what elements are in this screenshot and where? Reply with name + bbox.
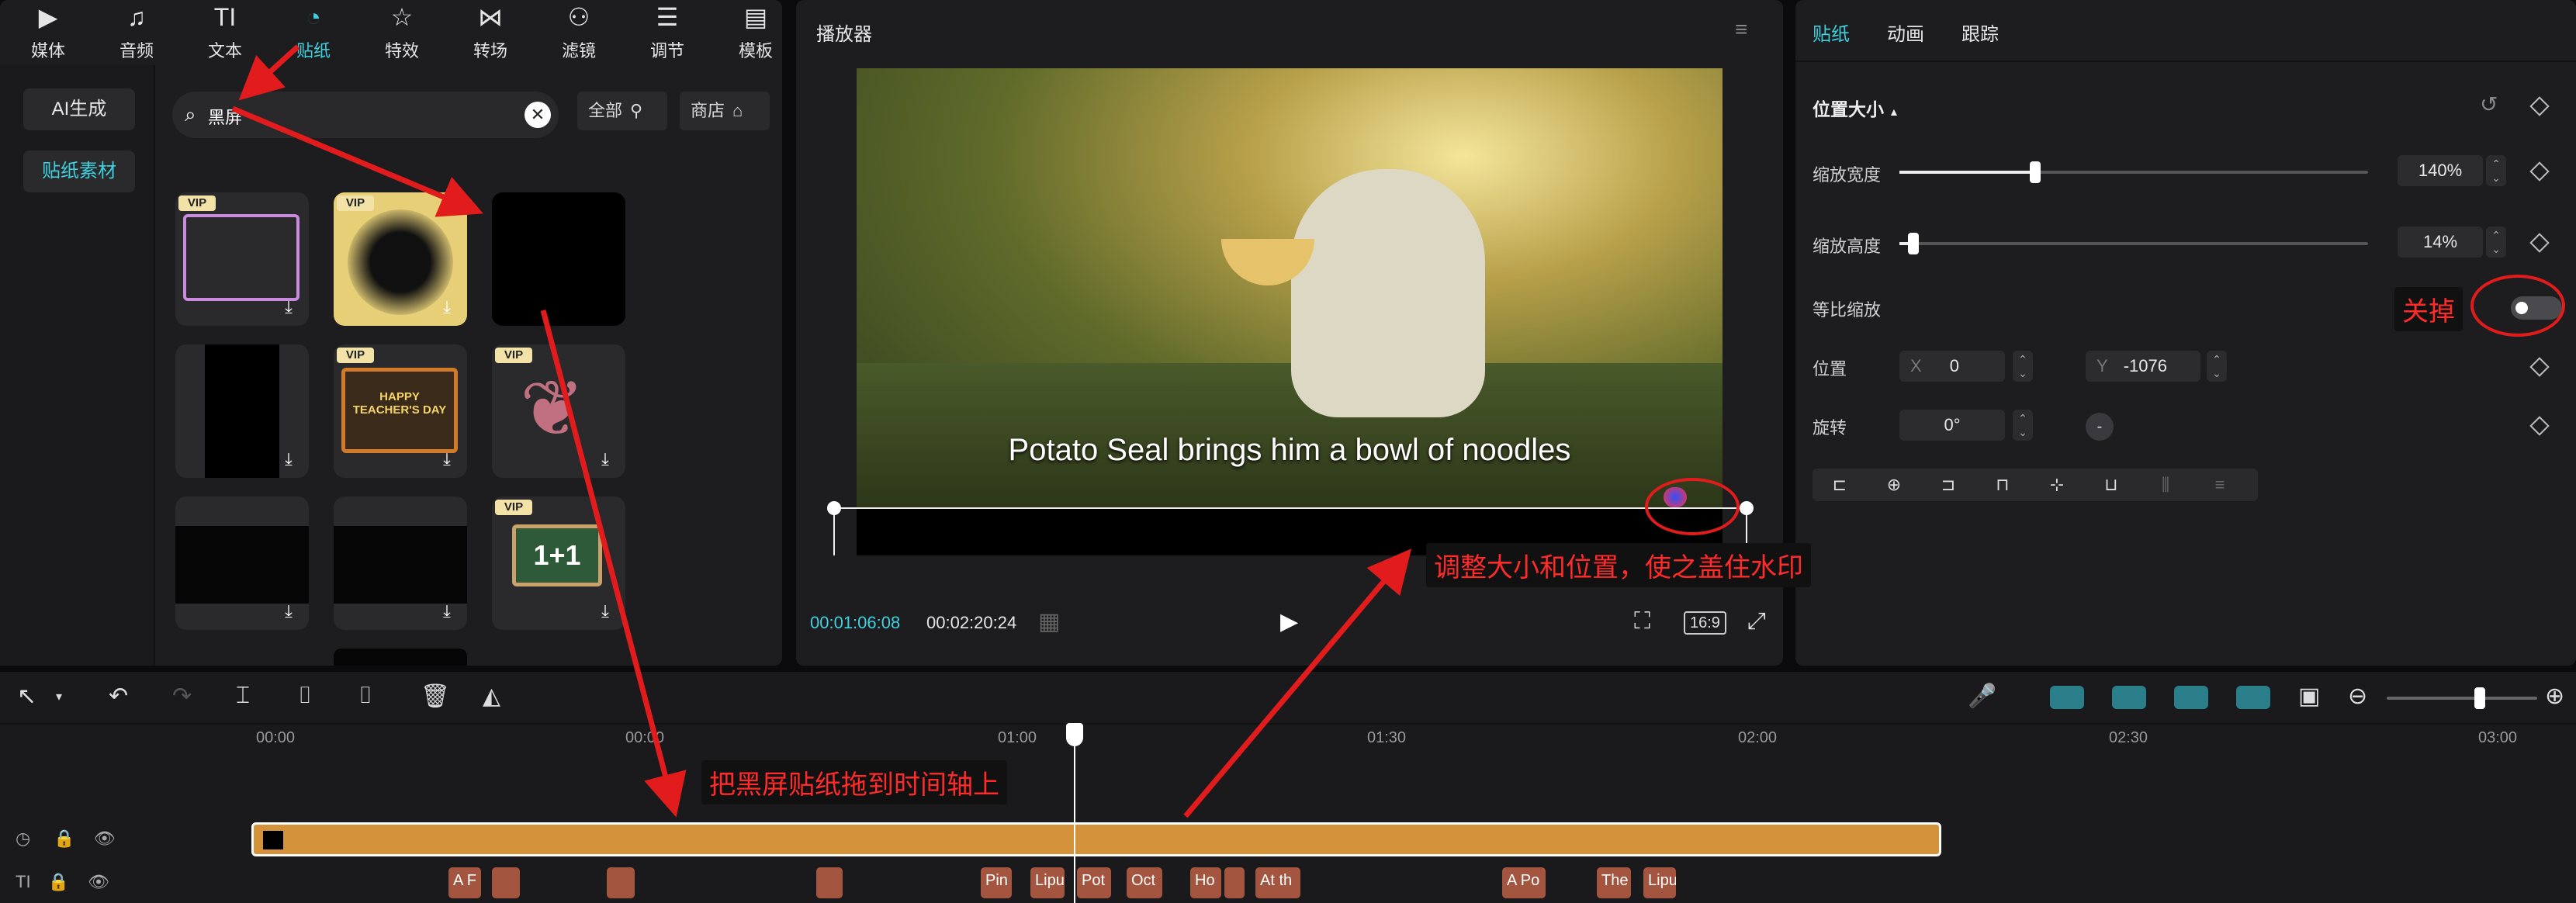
arrow-to-overlay — [1183, 548, 1412, 818]
annotation-drag: 把黑屏贴纸拖到时间轴上 — [701, 760, 1007, 804]
arrow-to-search — [238, 44, 300, 101]
app-window: { "menu": ["媒体","音频","文本","贴纸","特效","转场"… — [0, 0, 2576, 903]
annotation-adjust: 调整大小和位置，使之盖住水印 — [1426, 543, 1811, 587]
annotation-close: 关掉 — [2394, 287, 2463, 331]
annotation-arrows — [231, 44, 1412, 818]
arrow-to-timeline — [540, 310, 687, 818]
arrow-to-black-sticker — [231, 106, 483, 217]
